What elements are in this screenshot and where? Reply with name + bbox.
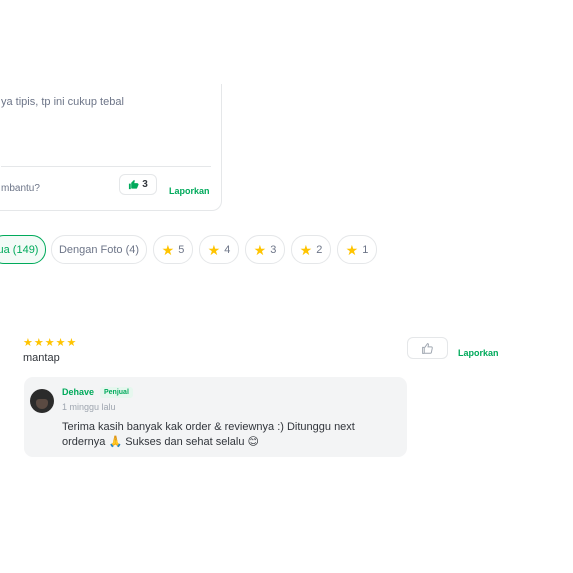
like-button[interactable]: [407, 337, 448, 359]
filter-star-5[interactable]: ★ 5: [153, 235, 193, 264]
star-icon: ★: [33, 337, 44, 349]
star-icon: ★: [23, 337, 33, 349]
rating-stars: ★ ★ ★ ★ ★: [23, 338, 76, 349]
divider: [1, 166, 211, 167]
review-snippet: ya tipis, tp ini cukup tebal: [1, 96, 124, 108]
seller-avatar: [30, 389, 54, 413]
star-icon: ★: [207, 241, 221, 258]
filter-star-5-label: 5: [178, 243, 185, 256]
star-icon: ★: [66, 337, 77, 349]
review-text: mantap: [23, 352, 60, 364]
seller-name[interactable]: Dehave: [62, 387, 94, 397]
previous-review-card: ya tipis, tp ini cukup tebal mbantu? 3 L…: [0, 84, 222, 211]
filter-with-photo-label: Dengan Foto (4): [58, 243, 140, 256]
filter-star-4[interactable]: ★ 4: [199, 235, 239, 264]
filter-star-4-label: 4: [224, 243, 231, 256]
helpful-question: mbantu?: [1, 183, 40, 194]
star-icon: ★: [161, 241, 175, 258]
star-icon: ★: [299, 241, 313, 258]
filter-star-3-label: 3: [270, 243, 277, 256]
star-icon: ★: [55, 337, 66, 349]
seller-badge: Penjual: [100, 387, 133, 398]
filter-star-2-label: 2: [316, 243, 323, 256]
reply-text: Terima kasih banyak kak order & reviewny…: [62, 421, 355, 448]
filter-with-photo[interactable]: Dengan Foto (4): [51, 235, 147, 264]
thumbs-up-icon: [129, 179, 139, 190]
like-button[interactable]: 3: [119, 174, 157, 195]
thumbs-up-outline-icon: [422, 342, 433, 354]
reply-time: 1 minggu lalu: [62, 402, 116, 412]
report-link[interactable]: Laporkan: [458, 348, 499, 358]
filter-all-label: ua (149): [0, 243, 39, 256]
filter-star-3[interactable]: ★ 3: [245, 235, 285, 264]
filter-all[interactable]: ua (149): [0, 235, 46, 264]
filter-star-1-label: 1: [362, 243, 369, 256]
seller-reply: Dehave Penjual 1 minggu lalu Terima kasi…: [24, 377, 407, 457]
star-icon: ★: [345, 241, 359, 258]
report-link[interactable]: Laporkan: [169, 186, 210, 196]
star-icon: ★: [253, 241, 267, 258]
filter-star-2[interactable]: ★ 2: [291, 235, 331, 264]
filter-star-1[interactable]: ★ 1: [337, 235, 377, 264]
like-count: 3: [142, 179, 148, 190]
star-icon: ★: [44, 337, 55, 349]
